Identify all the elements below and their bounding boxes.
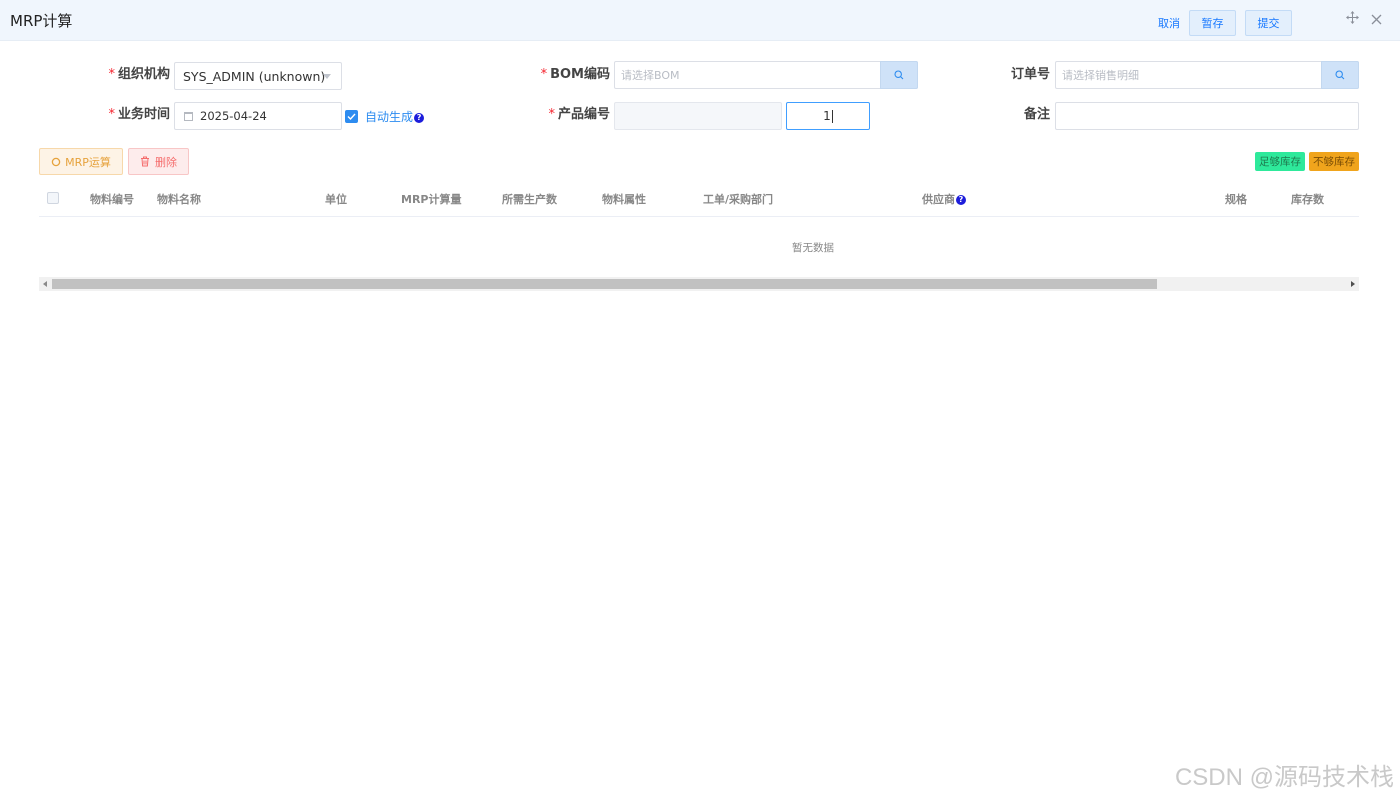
legend-enough-stock: 足够库存 (1255, 152, 1305, 171)
submit-button[interactable]: 提交 (1245, 10, 1292, 36)
biz-time-label: * 业务时间 (108, 107, 170, 122)
horizontal-scrollbar[interactable] (39, 277, 1359, 291)
order-input[interactable]: 请选择销售明细 (1055, 61, 1359, 89)
order-label: 订单号 (1010, 67, 1050, 82)
remark-label: 备注 (1023, 107, 1050, 122)
scroll-left-arrow-icon[interactable] (43, 281, 47, 287)
biz-time-datepicker[interactable]: 2025-04-24 (174, 102, 342, 130)
product-code-label: * 产品编号 (548, 107, 610, 122)
biz-time-value: 2025-04-24 (200, 109, 267, 123)
search-icon (1335, 70, 1345, 80)
quantity-value: 1 (823, 108, 833, 123)
help-icon[interactable]: ? (956, 195, 966, 205)
remark-input[interactable] (1055, 102, 1359, 130)
dialog-header: MRP计算 取消 暂存 提交 (0, 0, 1400, 41)
delete-button[interactable]: 删除 (128, 148, 189, 175)
check-icon (347, 113, 356, 120)
col-header-unit[interactable]: 单位 (325, 191, 347, 207)
bom-label: * BOM编码 (540, 67, 610, 82)
col-header-mrp-qty[interactable]: MRP计算量 (401, 191, 461, 207)
quantity-input[interactable]: 1 (786, 102, 870, 130)
scrollbar-thumb[interactable] (52, 279, 1157, 289)
chevron-down-icon (323, 74, 331, 79)
col-header-stock[interactable]: 库存数 (1291, 191, 1324, 207)
auto-generate-label[interactable]: 自动生成? (365, 108, 425, 125)
col-header-material-attribute[interactable]: 物料属性 (602, 191, 646, 207)
order-placeholder: 请选择销售明细 (1062, 69, 1139, 82)
bom-placeholder: 请选择BOM (621, 69, 680, 82)
refresh-icon (51, 157, 61, 166)
org-select[interactable]: SYS_ADMIN (unknown) (174, 62, 342, 90)
help-icon[interactable]: ? (414, 113, 425, 123)
calendar-icon (184, 111, 193, 121)
col-header-department[interactable]: 工单/采购部门 (703, 191, 773, 207)
save-draft-button[interactable]: 暂存 (1189, 10, 1236, 36)
cancel-button[interactable]: 取消 (1154, 10, 1184, 36)
bom-search-button[interactable] (880, 61, 918, 89)
trash-icon (141, 156, 149, 167)
product-code-input (614, 102, 782, 130)
org-label: * 组织机构 (108, 67, 170, 82)
legend-short-stock: 不够库存 (1309, 152, 1359, 171)
scroll-right-arrow-icon[interactable] (1351, 281, 1355, 287)
dialog-title: MRP计算 (10, 12, 73, 30)
col-header-material-name[interactable]: 物料名称 (157, 191, 201, 207)
mrp-run-button[interactable]: MRP运算 (39, 148, 123, 175)
col-header-spec[interactable]: 规格 (1225, 191, 1247, 207)
select-all-checkbox[interactable] (47, 192, 59, 204)
close-icon[interactable] (1367, 10, 1385, 29)
search-icon (894, 70, 904, 80)
col-header-supplier[interactable]: 供应商? (922, 191, 966, 207)
table-header-divider (39, 216, 1359, 217)
watermark: CSDN @源码技术栈 (1174, 764, 1394, 791)
col-header-required-production[interactable]: 所需生产数 (502, 191, 557, 207)
auto-generate-checkbox[interactable] (345, 110, 358, 123)
empty-state-text: 暂无数据 (792, 242, 834, 254)
order-search-button[interactable] (1321, 61, 1359, 89)
bom-input[interactable]: 请选择BOM (614, 61, 918, 89)
move-icon[interactable] (1343, 10, 1361, 28)
org-value: SYS_ADMIN (unknown) (183, 68, 326, 84)
col-header-material-code[interactable]: 物料编号 (90, 191, 134, 207)
